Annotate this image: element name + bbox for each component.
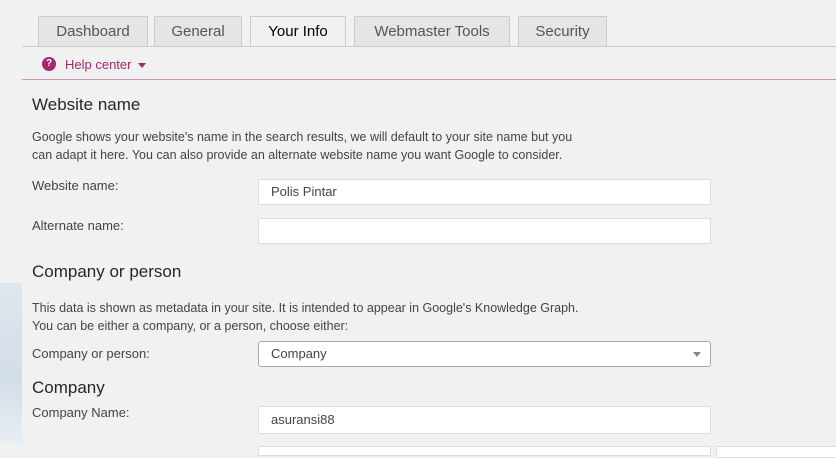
company-or-person-description: This data is shown as metadata in your s… [32, 299, 732, 335]
select-arrow-icon [693, 352, 701, 357]
company-desc-line1: This data is shown as metadata in your s… [32, 301, 579, 315]
left-edge [0, 0, 22, 450]
company-name-input[interactable]: asuransi88 [258, 406, 711, 434]
tab-underline [22, 46, 836, 47]
tab-security[interactable]: Security [518, 16, 607, 46]
tab-general[interactable]: General [154, 16, 242, 46]
website-name-heading: Website name [32, 95, 141, 114]
company-or-person-select[interactable]: Company [258, 341, 711, 367]
help-center-label: Help center [65, 56, 132, 72]
tab-webmaster-tools[interactable]: Webmaster Tools [354, 16, 510, 46]
help-divider [22, 79, 836, 80]
help-center-toggle[interactable]: ? Help center [42, 54, 147, 74]
alternate-name-input[interactable] [258, 218, 711, 244]
website-name-label: Website name: [32, 178, 119, 193]
tab-dashboard[interactable]: Dashboard [38, 16, 148, 46]
website-desc-line2: can adapt it here. You can also provide … [32, 148, 563, 162]
next-field-button[interactable] [716, 446, 836, 458]
website-name-description: Google shows your website's name in the … [32, 128, 732, 164]
alternate-name-label: Alternate name: [32, 218, 124, 233]
website-name-input[interactable]: Polis Pintar [258, 179, 711, 205]
left-edge-strip [0, 283, 22, 443]
company-name-label: Company Name: [32, 405, 130, 420]
company-or-person-label: Company or person: [32, 346, 150, 361]
next-field-input[interactable] [258, 446, 711, 456]
website-desc-line1: Google shows your website's name in the … [32, 130, 573, 144]
company-or-person-select-value: Company [271, 346, 327, 361]
company-or-person-heading: Company or person [32, 262, 182, 281]
company-heading: Company [32, 378, 105, 397]
company-desc-line2: You can be either a company, or a person… [32, 319, 349, 333]
tab-your-info[interactable]: Your Info [250, 16, 346, 47]
caret-down-icon [138, 62, 147, 68]
question-circle-icon: ? [42, 57, 56, 71]
